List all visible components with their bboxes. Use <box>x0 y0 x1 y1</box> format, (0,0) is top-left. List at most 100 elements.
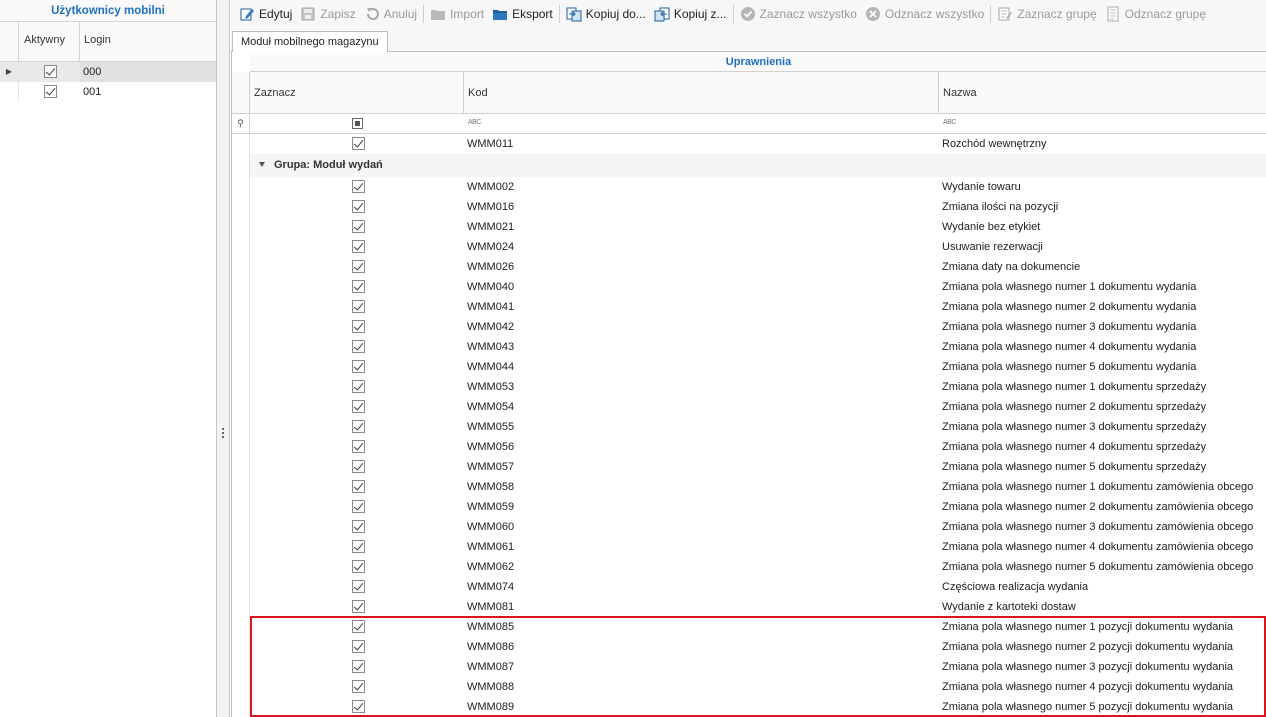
filter-code-text-icon[interactable]: ABC <box>468 119 481 126</box>
row-indicator <box>232 697 250 717</box>
table-row[interactable]: WMM081 Wydanie z kartoteki dostaw <box>232 597 1266 617</box>
table-row[interactable]: WMM054 Zmiana pola własnego numer 2 dokum… <box>232 397 1266 417</box>
deselect-all-button[interactable]: Odznacz wszystko <box>861 3 988 25</box>
row-indicator <box>232 677 250 697</box>
copy-to-button[interactable]: Kopiuj do... <box>562 3 650 25</box>
export-button[interactable]: Eksport <box>488 3 557 25</box>
table-row[interactable]: WMM041 Zmiana pola własnego numer 2 dokum… <box>232 297 1266 317</box>
row-indicator <box>232 297 250 317</box>
permission-checkbox[interactable] <box>352 380 365 393</box>
table-row[interactable]: WMM011 Rozchód wewnętrzny <box>232 134 1266 154</box>
save-button[interactable]: Zapisz <box>296 3 359 25</box>
permission-checkbox[interactable] <box>352 180 365 193</box>
table-row[interactable]: WMM058 Zmiana pola własnego numer 1 dokum… <box>232 477 1266 497</box>
edit-button[interactable]: Edytuj <box>235 3 296 25</box>
permission-checkbox[interactable] <box>352 400 365 413</box>
permission-checkbox[interactable] <box>352 260 365 273</box>
permission-checkbox[interactable] <box>352 660 365 673</box>
table-row[interactable]: WMM088 Zmiana pola własnego numer 4 pozyc… <box>232 677 1266 697</box>
table-row[interactable]: WMM086 Zmiana pola własnego numer 2 pozyc… <box>232 637 1266 657</box>
row-indicator <box>232 397 250 417</box>
panel-splitter[interactable] <box>217 0 230 717</box>
permission-checkbox[interactable] <box>352 640 365 653</box>
user-login[interactable]: 000 <box>80 62 216 82</box>
import-button[interactable]: Import <box>426 3 488 25</box>
permission-checkbox[interactable] <box>352 440 365 453</box>
group-row[interactable]: Grupa: Moduł wydań <box>232 154 1266 177</box>
table-row[interactable]: WMM074 Częściowa realizacja wydania <box>232 577 1266 597</box>
permission-name: Zmiana pola własnego numer 1 dokumentu w… <box>942 281 1197 293</box>
permission-checkbox[interactable] <box>352 560 365 573</box>
permission-checkbox[interactable] <box>352 200 365 213</box>
table-row[interactable]: WMM087 Zmiana pola własnego numer 3 pozyc… <box>232 657 1266 677</box>
permission-checkbox[interactable] <box>352 500 365 513</box>
user-row[interactable]: ▶ 000 <box>0 62 216 82</box>
table-row[interactable]: WMM040 Zmiana pola własnego numer 1 dokum… <box>232 277 1266 297</box>
user-login[interactable]: 001 <box>80 82 216 102</box>
permission-checkbox[interactable] <box>352 540 365 553</box>
permission-checkbox[interactable] <box>352 137 365 150</box>
permission-checkbox[interactable] <box>352 600 365 613</box>
permission-code: WMM089 <box>467 701 515 713</box>
tab-mobile-warehouse-module[interactable]: Moduł mobilnego magazynu <box>232 31 388 53</box>
filter-name-text-icon[interactable]: ABC <box>943 119 956 126</box>
table-row[interactable]: WMM043 Zmiana pola własnego numer 4 dokum… <box>232 337 1266 357</box>
table-row[interactable]: WMM057 Zmiana pola własnego numer 5 dokum… <box>232 457 1266 477</box>
permission-checkbox[interactable] <box>352 480 365 493</box>
filter-select-checkbox[interactable] <box>352 118 363 129</box>
table-row[interactable]: WMM026 Zmiana daty na dokumencie <box>232 257 1266 277</box>
table-row[interactable]: WMM042 Zmiana pola własnego numer 3 dokum… <box>232 317 1266 337</box>
splitter-grip-icon[interactable] <box>222 428 224 442</box>
active-checkbox[interactable] <box>44 65 57 78</box>
permission-checkbox[interactable] <box>352 220 365 233</box>
permission-checkbox[interactable] <box>352 520 365 533</box>
permission-checkbox[interactable] <box>352 280 365 293</box>
mobile-users-header: Aktywny Login <box>0 22 216 62</box>
copy-from-button[interactable]: Kopiuj z... <box>650 3 731 25</box>
permission-checkbox[interactable] <box>352 420 365 433</box>
permission-code: WMM002 <box>467 181 515 193</box>
permission-checkbox[interactable] <box>352 360 365 373</box>
column-header-name[interactable]: Nazwa <box>939 72 1266 114</box>
table-row[interactable]: WMM060 Zmiana pola własnego numer 3 dokum… <box>232 517 1266 537</box>
folder-icon <box>492 6 508 22</box>
deselect-group-button[interactable]: Odznacz grupę <box>1101 3 1210 25</box>
permission-checkbox[interactable] <box>352 620 365 633</box>
table-row[interactable]: WMM021 Wydanie bez etykiet <box>232 217 1266 237</box>
table-row[interactable]: WMM085 Zmiana pola własnego numer 1 pozyc… <box>232 617 1266 637</box>
cancel-button[interactable]: Anuluj <box>360 3 421 25</box>
column-header-select[interactable]: Zaznacz <box>250 72 464 114</box>
column-header-code[interactable]: Kod <box>464 72 939 114</box>
table-row[interactable]: WMM089 Zmiana pola własnego numer 5 pozyc… <box>232 697 1266 717</box>
active-checkbox[interactable] <box>44 85 57 98</box>
user-row[interactable]: 001 <box>0 82 216 102</box>
permission-name: Zmiana pola własnego numer 5 dokumentu z… <box>942 561 1254 573</box>
table-row[interactable]: WMM056 Zmiana pola własnego numer 4 dokum… <box>232 437 1266 457</box>
table-row[interactable]: WMM061 Zmiana pola własnego numer 4 dokum… <box>232 537 1266 557</box>
permission-checkbox[interactable] <box>352 680 365 693</box>
permission-checkbox[interactable] <box>352 460 365 473</box>
table-row[interactable]: WMM016 Zmiana ilości na pozycji <box>232 197 1266 217</box>
permission-checkbox[interactable] <box>352 340 365 353</box>
table-row[interactable]: WMM059 Zmiana pola własnego numer 2 dokum… <box>232 497 1266 517</box>
permission-checkbox[interactable] <box>352 700 365 713</box>
permission-checkbox[interactable] <box>352 240 365 253</box>
table-row[interactable]: WMM062 Zmiana pola własnego numer 5 dokum… <box>232 557 1266 577</box>
permission-checkbox[interactable] <box>352 580 365 593</box>
row-indicator <box>232 477 250 497</box>
column-header-login[interactable]: Login <box>80 22 216 62</box>
permission-checkbox[interactable] <box>352 320 365 333</box>
table-row[interactable]: WMM044 Zmiana pola własnego numer 5 dokum… <box>232 357 1266 377</box>
permission-name: Zmiana pola własnego numer 2 dokumentu w… <box>942 301 1197 313</box>
table-row[interactable]: WMM002 Wydanie towaru <box>232 177 1266 197</box>
select-group-button[interactable]: Zaznacz grupę <box>993 3 1100 25</box>
column-header-active[interactable]: Aktywny <box>19 22 80 62</box>
table-row[interactable]: WMM024 Usuwanie rezerwacji <box>232 237 1266 257</box>
table-row[interactable]: WMM055 Zmiana pola własnego numer 3 dokum… <box>232 417 1266 437</box>
permission-checkbox[interactable] <box>352 300 365 313</box>
select-all-button[interactable]: Zaznacz wszystko <box>736 3 861 25</box>
table-row[interactable]: WMM053 Zmiana pola własnego numer 1 dokum… <box>232 377 1266 397</box>
row-indicator <box>232 517 250 537</box>
row-indicator <box>232 237 250 257</box>
folder-icon <box>430 6 446 22</box>
